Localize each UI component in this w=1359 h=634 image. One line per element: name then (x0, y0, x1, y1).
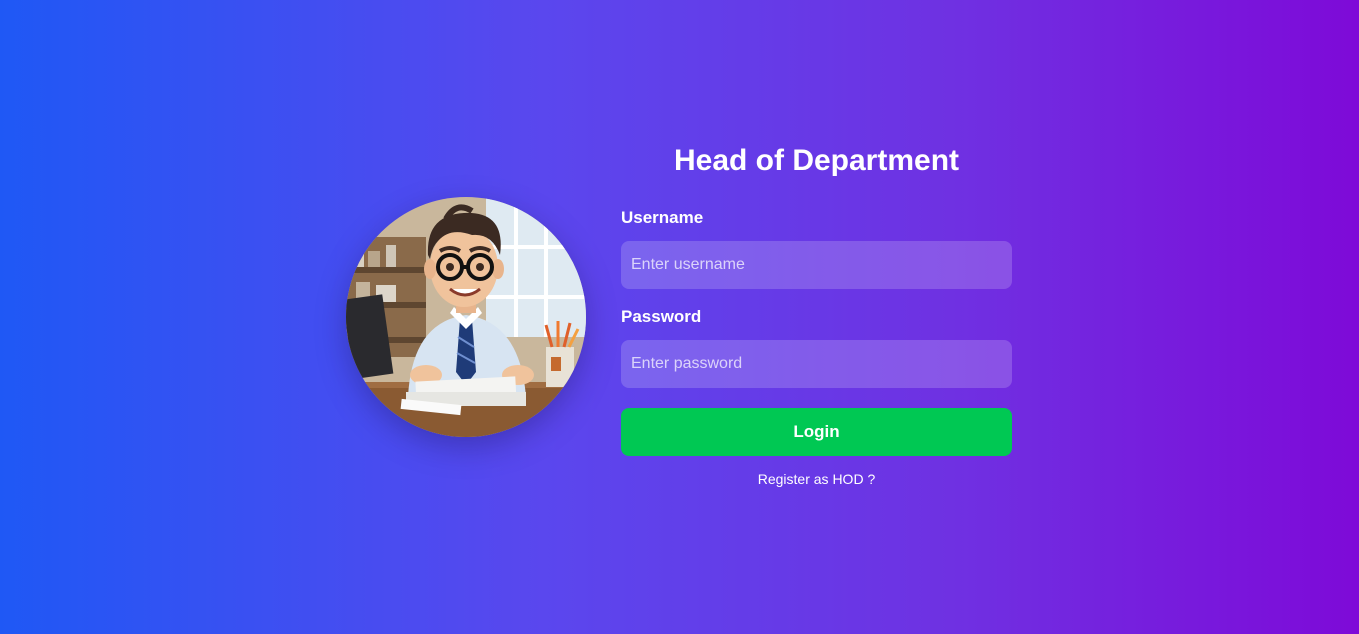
avatar (346, 197, 586, 437)
office-worker-illustration-icon (346, 197, 586, 437)
login-button[interactable]: Login (621, 408, 1012, 456)
username-label: Username (621, 208, 704, 227)
register-link[interactable]: Register as HOD ? (621, 470, 1012, 488)
password-input[interactable] (621, 340, 1012, 388)
page-title: Head of Department (673, 144, 960, 177)
username-input[interactable] (621, 241, 1012, 289)
password-label: Password (621, 307, 702, 326)
